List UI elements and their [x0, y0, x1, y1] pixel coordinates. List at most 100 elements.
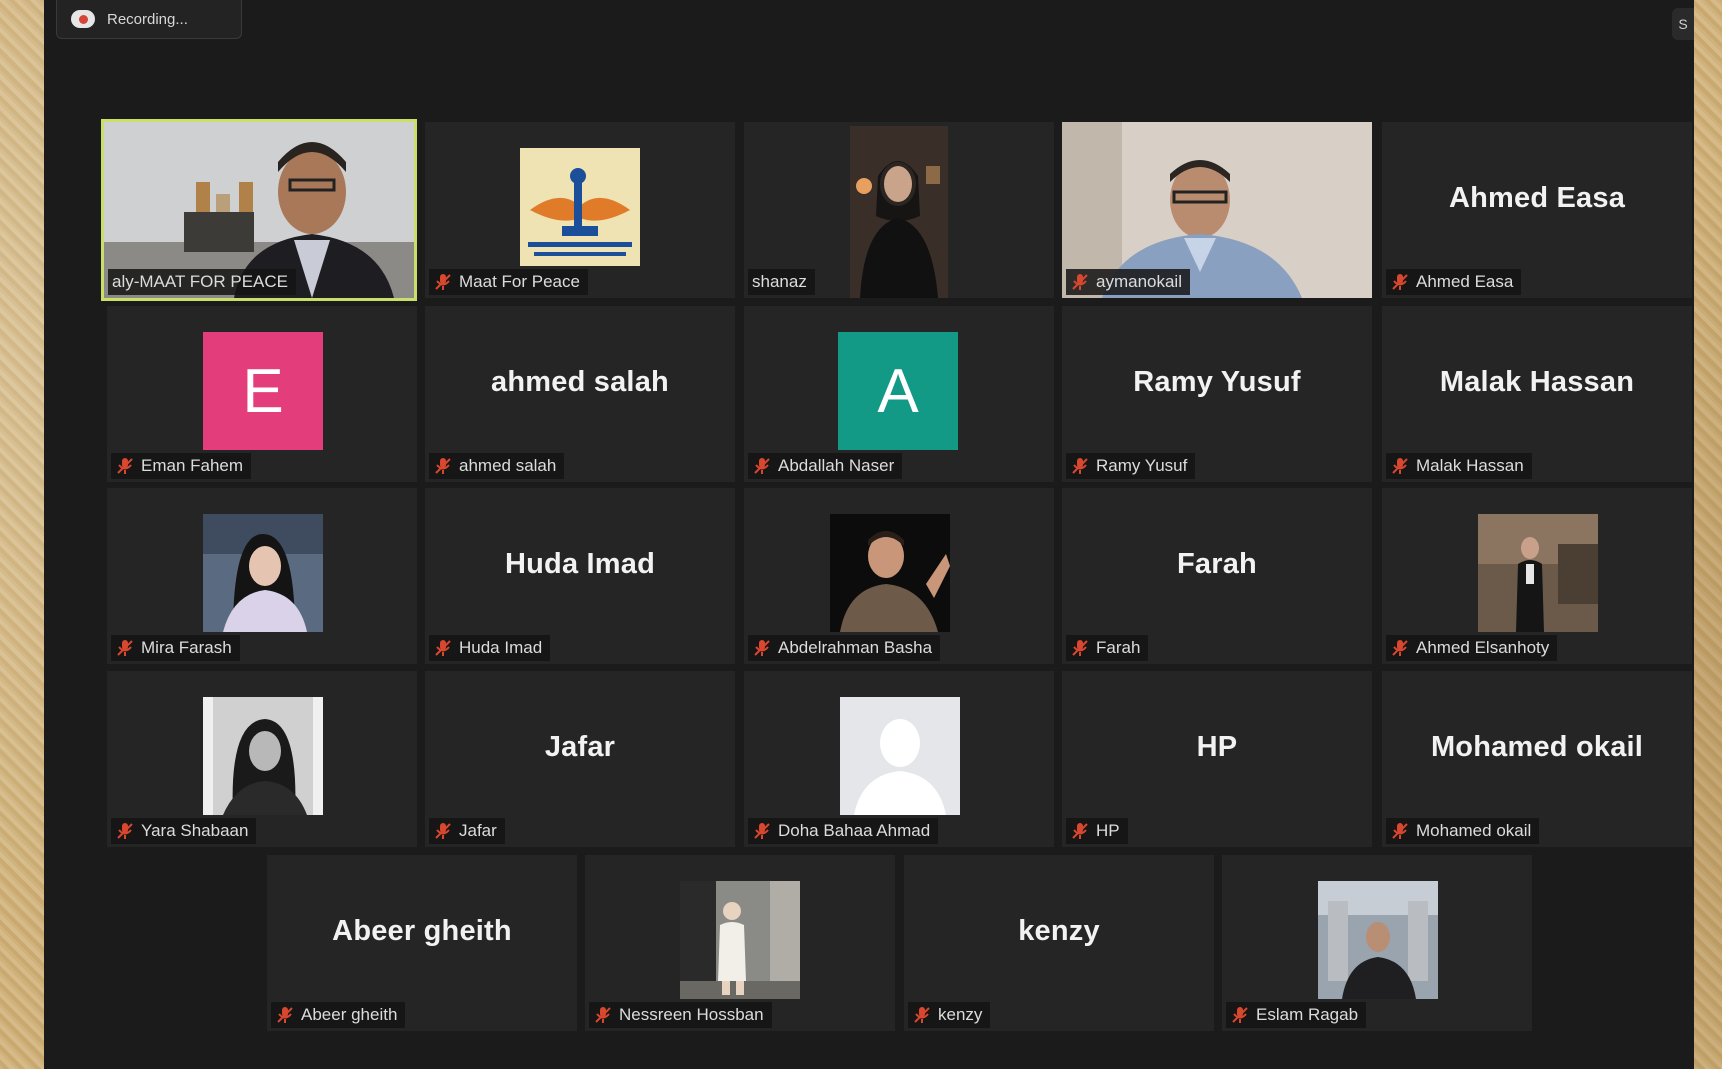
muted-mic-icon	[1392, 458, 1408, 474]
participant-tile[interactable]: Maat For Peace	[425, 122, 735, 298]
participant-display-name: HP	[1196, 730, 1238, 763]
muted-mic-icon	[1072, 274, 1088, 290]
participant-name-label: Eman Fahem	[111, 453, 252, 479]
participant-name: HP	[1096, 821, 1120, 840]
participant-name: Malak Hassan	[1416, 456, 1524, 475]
participant-name-label: Yara Shabaan	[111, 818, 257, 844]
participant-tile[interactable]: aymanokail	[1062, 122, 1372, 298]
participant-name-label: shanaz	[748, 269, 815, 295]
participant-logo	[520, 148, 640, 266]
participant-name: Maat For Peace	[459, 272, 580, 291]
muted-mic-icon	[435, 640, 451, 656]
participant-name: aly-MAAT FOR PEACE	[112, 272, 289, 291]
participant-name: aymanokail	[1096, 272, 1182, 291]
muted-mic-icon	[1072, 640, 1088, 656]
participant-tile[interactable]: HP HP	[1062, 671, 1372, 847]
side-panel-tab-label: S	[1678, 16, 1688, 32]
participant-tile[interactable]: Ahmed Easa Ahmed Easa	[1382, 122, 1692, 298]
participant-name: Ahmed Easa	[1416, 272, 1514, 291]
participant-display-name: Ahmed Easa	[1448, 181, 1626, 214]
participant-tile[interactable]: Mohamed okail Mohamed okail	[1382, 671, 1692, 847]
participant-name-label: aymanokail	[1066, 269, 1190, 295]
participant-tile[interactable]: Abeer gheith Abeer gheith	[267, 855, 577, 1031]
participant-name: Mira Farash	[141, 638, 232, 657]
participant-tile[interactable]: Mira Farash	[107, 488, 417, 664]
participant-tile[interactable]: Jafar Jafar	[425, 671, 735, 847]
participant-avatar: E	[203, 332, 323, 450]
participant-name: Jafar	[459, 821, 497, 840]
participant-display-name: Abeer gheith	[332, 914, 512, 947]
participant-name: Farah	[1096, 638, 1141, 657]
participant-name-label: aly-MAAT FOR PEACE	[108, 269, 297, 295]
participant-name-label: Malak Hassan	[1386, 453, 1532, 479]
participant-profile-photo	[1478, 514, 1598, 632]
participant-name-label: Mira Farash	[111, 635, 240, 661]
participant-tile[interactable]: Doha Bahaa Ahmad	[744, 671, 1054, 847]
participant-name: Yara Shabaan	[141, 821, 249, 840]
participant-tile[interactable]: Malak Hassan Malak Hassan	[1382, 306, 1692, 482]
participant-name-label: Maat For Peace	[429, 269, 588, 295]
participant-name-label: ahmed salah	[429, 453, 565, 479]
participant-name-label: Doha Bahaa Ahmad	[748, 818, 939, 844]
participant-video	[850, 126, 948, 298]
participant-name: Eslam Ragab	[1256, 1005, 1359, 1024]
participant-tile[interactable]: Ahmed Elsanhoty	[1382, 488, 1692, 664]
muted-mic-icon	[1072, 823, 1088, 839]
participant-tile[interactable]: Huda Imad Huda Imad	[425, 488, 735, 664]
participant-profile-photo	[203, 697, 323, 815]
participant-name-label: Abdallah Naser	[748, 453, 903, 479]
participant-name-label: Ahmed Easa	[1386, 269, 1522, 295]
participant-name: Eman Fahem	[141, 456, 244, 475]
participant-tile[interactable]: Nessreen Hossban	[585, 855, 895, 1031]
participant-name: shanaz	[752, 272, 807, 291]
participant-display-name: kenzy	[1018, 914, 1100, 947]
participant-name-label: Huda Imad	[429, 635, 551, 661]
participant-tile[interactable]: ahmed salah ahmed salah	[425, 306, 735, 482]
participant-tile[interactable]: Yara Shabaan	[107, 671, 417, 847]
muted-mic-icon	[117, 823, 133, 839]
participant-name-label: HP	[1066, 818, 1128, 844]
participant-name-label: Ramy Yusuf	[1066, 453, 1196, 479]
participant-name-label: Jafar	[429, 818, 505, 844]
participant-tile[interactable]: Ramy Yusuf Ramy Yusuf	[1062, 306, 1372, 482]
participant-tile[interactable]: Farah Farah	[1062, 488, 1372, 664]
participant-display-name: Mohamed okail	[1430, 730, 1644, 763]
recording-label: Recording...	[107, 10, 188, 28]
muted-mic-icon	[595, 1007, 611, 1023]
participant-name: Abdelrahman Basha	[778, 638, 933, 657]
participant-tile[interactable]: kenzy kenzy	[904, 855, 1214, 1031]
participant-name-label: Mohamed okail	[1386, 818, 1540, 844]
participant-name: Nessreen Hossban	[619, 1005, 764, 1024]
muted-mic-icon	[754, 823, 770, 839]
meeting-window: Recording... S aly-MAAT FOR PEACE Maat F…	[44, 0, 1694, 1069]
participant-tile[interactable]: shanaz	[744, 122, 1054, 298]
muted-mic-icon	[435, 458, 451, 474]
participant-name: Ahmed Elsanhoty	[1416, 638, 1550, 657]
participant-display-name: ahmed salah	[491, 365, 669, 398]
participant-tile[interactable]: aly-MAAT FOR PEACE	[101, 119, 417, 301]
participant-profile-photo	[830, 514, 950, 632]
participant-display-name: Malak Hassan	[1439, 365, 1635, 398]
participant-name-label: Farah	[1066, 635, 1149, 661]
participant-name-label: Abeer gheith	[271, 1002, 406, 1028]
side-panel-tab[interactable]: S	[1672, 8, 1694, 40]
participant-name-label: kenzy	[908, 1002, 991, 1028]
muted-mic-icon	[435, 823, 451, 839]
participant-tile[interactable]: Eslam Ragab	[1222, 855, 1532, 1031]
participant-tile[interactable]: E Eman Fahem	[107, 306, 417, 482]
participant-tile[interactable]: A Abdallah Naser	[744, 306, 1054, 482]
recording-indicator[interactable]: Recording...	[56, 0, 242, 39]
muted-mic-icon	[754, 458, 770, 474]
muted-mic-icon	[435, 274, 451, 290]
muted-mic-icon	[1072, 458, 1088, 474]
participant-name-label: Ahmed Elsanhoty	[1386, 635, 1558, 661]
muted-mic-icon	[1392, 640, 1408, 656]
participant-name: Doha Bahaa Ahmad	[778, 821, 931, 840]
participant-tile[interactable]: Abdelrahman Basha	[744, 488, 1054, 664]
participant-display-name: Farah	[1177, 547, 1257, 580]
participant-name: Ramy Yusuf	[1096, 456, 1188, 475]
participant-default-avatar	[840, 697, 960, 815]
cloud-record-icon	[71, 10, 95, 28]
participant-name: Abdallah Naser	[778, 456, 895, 475]
participant-profile-photo	[680, 881, 800, 999]
